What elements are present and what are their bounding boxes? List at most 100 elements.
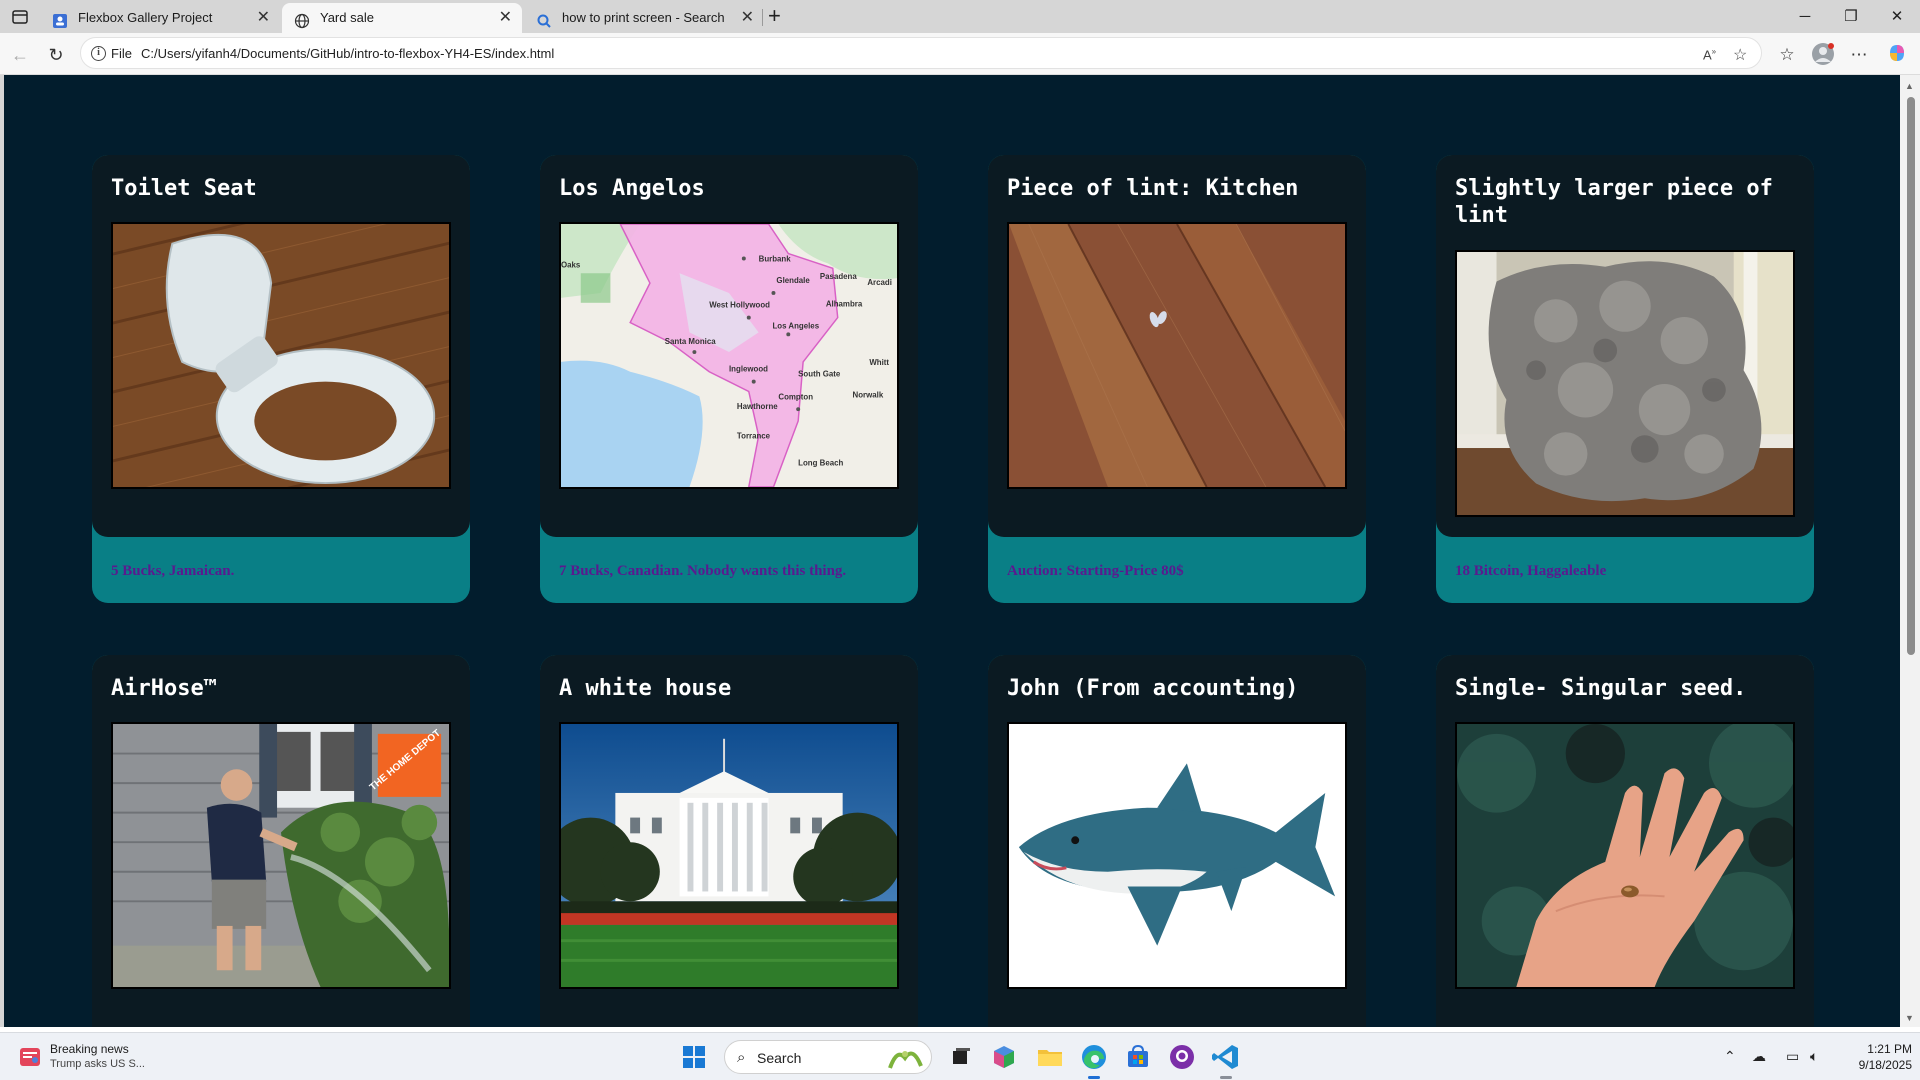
close-window-button[interactable]: ✕	[1874, 0, 1920, 33]
item-title: Toilet Seat	[111, 176, 257, 201]
start-button[interactable]	[678, 1041, 710, 1073]
item-card[interactable]: Slightly larger piece of lint 18 Bitcoin…	[1436, 155, 1814, 603]
map-label: Long Beach	[798, 458, 843, 467]
item-title: John (From accounting)	[1007, 676, 1299, 701]
map-label: Hawthorne	[737, 402, 778, 411]
info-icon[interactable]: i	[91, 46, 106, 61]
map-label: Norwalk	[853, 390, 884, 399]
scrollbar-thumb[interactable]	[1907, 97, 1915, 655]
item-card[interactable]: Los Angelos Burbank Glendale Pasadena We…	[540, 155, 918, 603]
system-clock[interactable]: 1:21 PM 9/18/2025	[1836, 1041, 1912, 1073]
globe-icon	[294, 10, 310, 29]
scroll-down-icon[interactable]: ▼	[1905, 1013, 1914, 1023]
clock-date: 9/18/2025	[1858, 1058, 1912, 1072]
address-bar[interactable]: i File C:/Users/yifanh4/Documents/GitHub…	[80, 37, 1762, 69]
item-price: Auction: Starting-Price 80$	[1007, 563, 1184, 579]
seed-in-hand-photo	[1455, 722, 1795, 989]
map-label: Burbank	[759, 254, 792, 263]
more-options-icon[interactable]: ⋯	[1846, 42, 1872, 68]
read-aloud-icon[interactable]: A»	[1703, 47, 1716, 62]
address-scheme: File	[111, 46, 132, 61]
item-title: A white house	[559, 676, 732, 701]
map-label: Los Angeles	[772, 321, 819, 330]
microsoft-store-icon[interactable]	[1122, 1041, 1154, 1073]
item-card-body: Slightly larger piece of lint	[1436, 155, 1814, 537]
map-label: South Gate	[798, 370, 841, 379]
map-label: Torrance	[737, 432, 771, 441]
item-title: Piece of lint: Kitchen	[1007, 176, 1299, 201]
restore-button[interactable]: ❐	[1828, 0, 1874, 33]
search-icon: ⌕	[737, 1049, 746, 1066]
map-label: Arcadi	[867, 278, 892, 287]
map-label: Glendale	[776, 276, 810, 285]
favorite-star-icon[interactable]: ☆	[1733, 45, 1747, 65]
minimize-button[interactable]: ─	[1782, 0, 1828, 33]
back-button[interactable]: ←	[6, 41, 34, 69]
refresh-button[interactable]: ↻	[42, 41, 70, 69]
toilet-seat-photo	[111, 222, 451, 489]
active-app-indicator	[1088, 1076, 1100, 1079]
tab-yard-sale[interactable]: Yard sale ✕	[282, 3, 522, 33]
chevron-up-icon[interactable]: ⌃	[1724, 1048, 1736, 1065]
tab-separator	[762, 9, 763, 26]
task-view-icon[interactable]	[944, 1041, 976, 1073]
github-desktop-icon[interactable]	[1166, 1041, 1198, 1073]
item-card-body: Los Angelos Burbank Glendale Pasadena We…	[540, 155, 918, 537]
tab-actions-icon[interactable]	[8, 6, 32, 28]
los-angeles-map: Burbank Glendale Pasadena West Hollywood…	[559, 222, 899, 489]
copilot-icon[interactable]	[1884, 42, 1910, 68]
file-explorer-icon[interactable]	[1034, 1041, 1066, 1073]
tab-search[interactable]: how to print screen - Search ✕	[524, 3, 764, 33]
news-widget[interactable]: Breaking news Trump asks US S...	[18, 1041, 218, 1073]
item-card-body: Toilet Seat	[92, 155, 470, 537]
cloud-sync-icon[interactable]: ☁	[1752, 1048, 1766, 1065]
item-card-body: John (From accounting)	[988, 655, 1366, 1027]
white-house-photo	[559, 722, 899, 989]
news-title: Breaking news	[50, 1042, 129, 1056]
item-card[interactable]: AirHose™ THE HOME DEPOT	[92, 655, 470, 1027]
microsoft-365-icon[interactable]	[988, 1041, 1020, 1073]
item-card-body: A white house	[540, 655, 918, 1027]
item-card-body: Piece of lint: Kitchen	[988, 155, 1366, 537]
tab-strip: Flexbox Gallery Project ✕ Yard sale ✕ ho…	[0, 0, 1920, 33]
address-url[interactable]: C:/Users/yifanh4/Documents/GitHub/intro-…	[141, 46, 554, 61]
tab-label: Yard sale	[320, 10, 374, 25]
item-card[interactable]: A white house	[540, 655, 918, 1027]
item-title: AirHose™	[111, 676, 217, 701]
item-card[interactable]: John (From accounting)	[988, 655, 1366, 1027]
new-tab-button[interactable]: +	[768, 5, 781, 27]
map-label: Pasadena	[820, 272, 857, 281]
tab-label: Flexbox Gallery Project	[78, 10, 213, 25]
taskbar-search[interactable]: ⌕ Search	[724, 1040, 932, 1074]
edge-browser-icon[interactable]	[1078, 1041, 1110, 1079]
search-placeholder: Search	[757, 1050, 802, 1066]
close-icon[interactable]: ✕	[257, 3, 270, 33]
item-price: 5 Bucks, Jamaican.	[111, 563, 235, 579]
tab-flexbox-gallery[interactable]: Flexbox Gallery Project ✕	[40, 3, 280, 33]
close-icon[interactable]: ✕	[499, 3, 512, 33]
item-card[interactable]: Toilet Seat 5 Bucks, Jamaican.	[92, 155, 470, 603]
map-label: Alhambra	[826, 300, 863, 309]
man-with-hose-photo: THE HOME DEPOT	[111, 722, 451, 989]
profile-avatar[interactable]	[1810, 42, 1836, 68]
close-icon[interactable]: ✕	[741, 3, 754, 33]
clock-time: 1:21 PM	[1867, 1042, 1912, 1056]
search-icon	[536, 10, 552, 28]
dryer-lint-pile-photo	[1455, 250, 1795, 517]
page-scrollbar[interactable]: ▲ ▼	[1900, 75, 1920, 1027]
item-title: Los Angelos	[559, 176, 705, 201]
map-label: Santa Monica	[665, 337, 716, 346]
volume-icon[interactable]: 🔈︎	[1810, 1048, 1818, 1065]
item-card[interactable]: Single- Singular seed.	[1436, 655, 1814, 1027]
running-app-indicator	[1220, 1076, 1232, 1079]
item-card-body: Single- Singular seed.	[1436, 655, 1814, 1027]
favorites-icon[interactable]: ☆	[1774, 42, 1800, 68]
item-card[interactable]: Piece of lint: Kitchen Auction: Starting…	[988, 155, 1366, 603]
scroll-up-icon[interactable]: ▲	[1905, 81, 1914, 91]
lint-on-floor-photo	[1007, 222, 1347, 489]
vscode-icon[interactable]	[1210, 1041, 1242, 1079]
map-label: Inglewood	[729, 365, 768, 374]
search-highlight-icon	[888, 1051, 923, 1069]
browser-toolbar: ← ↻ i File C:/Users/yifanh4/Documents/Gi…	[0, 33, 1920, 75]
network-icon[interactable]: ▭	[1786, 1048, 1799, 1065]
